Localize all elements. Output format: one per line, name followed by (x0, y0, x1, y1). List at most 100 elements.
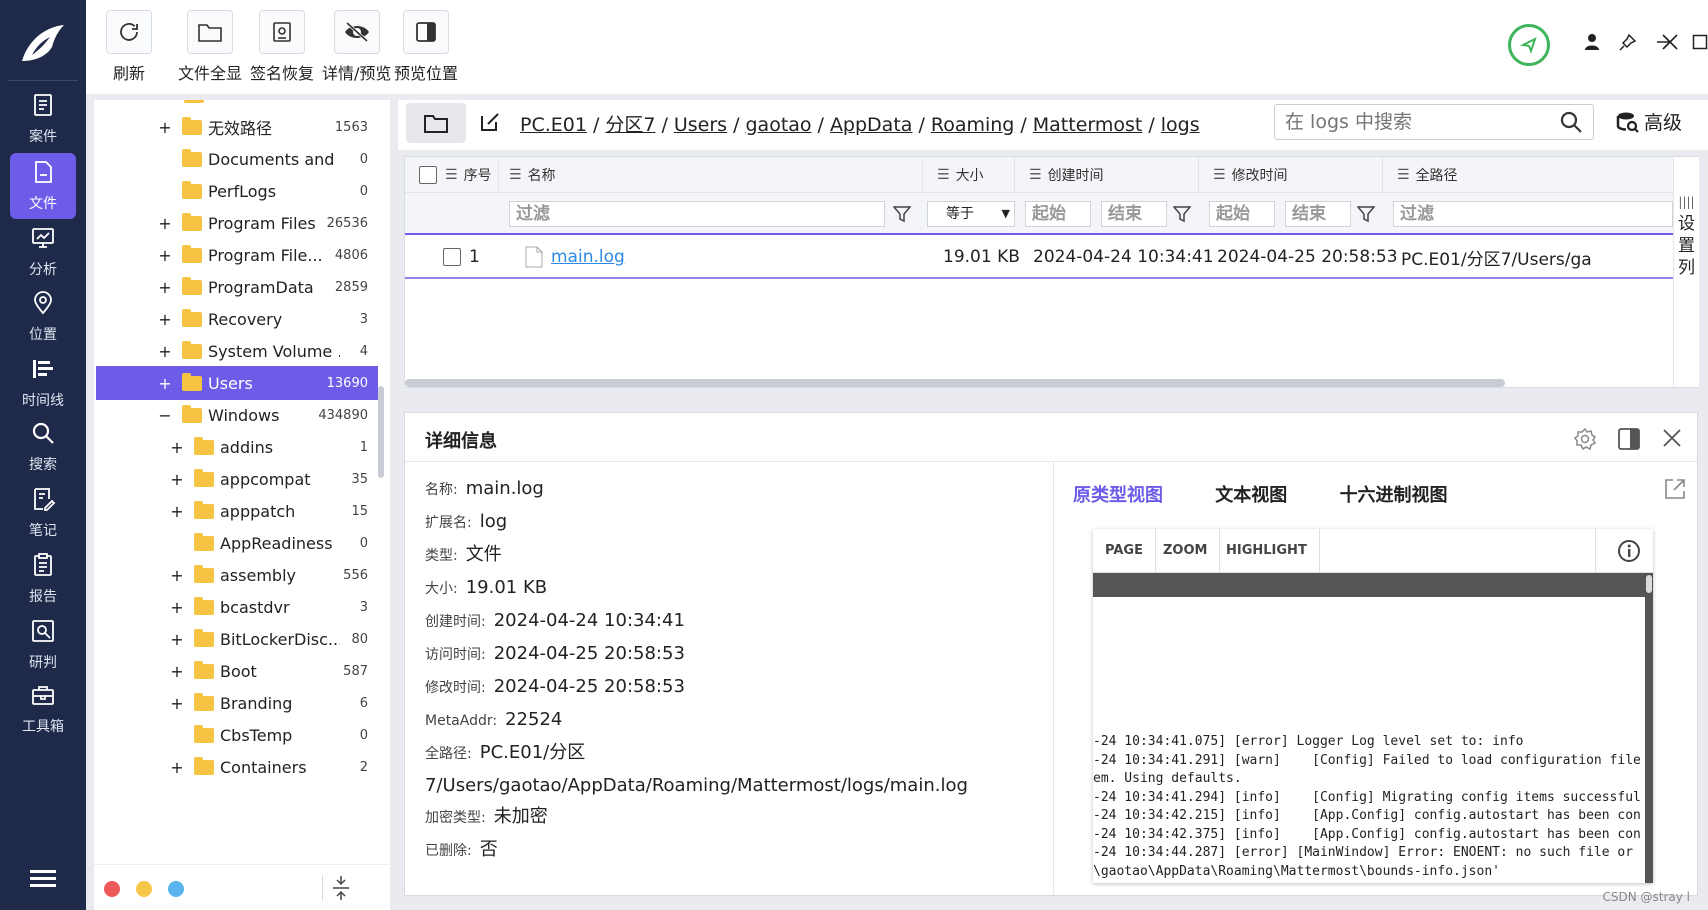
close-icon[interactable] (1661, 427, 1683, 453)
header-name[interactable]: ☰ 名称 (499, 157, 923, 193)
tab-native-view[interactable]: 原类型视图 (1073, 485, 1163, 506)
tree-item[interactable]: + System Volume ... 4 (96, 334, 378, 368)
nav-item-timeline[interactable]: 时间线 (10, 350, 76, 416)
close-window-icon[interactable] (1656, 28, 1684, 56)
yellow-dot-icon[interactable] (136, 881, 152, 897)
connection-status-icon[interactable] (1508, 24, 1550, 66)
tree-item[interactable]: + BitLockerDisc... 80 (96, 622, 378, 656)
tree-item[interactable]: + assembly 556 (96, 558, 378, 592)
blue-dot-icon[interactable] (168, 881, 184, 897)
fullpath-filter-input[interactable]: 过滤 (1393, 201, 1673, 227)
expand-icon[interactable]: + (170, 758, 184, 777)
name-filter-input[interactable]: 过滤 (509, 201, 885, 227)
tree-item[interactable]: CbsTemp 0 (96, 718, 378, 752)
header-size[interactable]: ☰ 大小 (923, 157, 1015, 193)
advanced-search-button[interactable]: 高级 (1616, 108, 1682, 135)
gear-icon[interactable] (1573, 427, 1597, 455)
info-icon[interactable] (1617, 539, 1641, 567)
tree-item[interactable]: − Windows 434890 (96, 398, 378, 432)
tree-item[interactable]: + Branding 6 (96, 686, 378, 720)
nav-item-search[interactable]: 搜索 (10, 414, 76, 480)
tree-item[interactable]: + Program File... 4806 (96, 238, 378, 272)
tree-item[interactable]: + Boot 587 (96, 654, 378, 688)
tree-item[interactable]: + bcastdvr 3 (96, 590, 378, 624)
size-operator-select[interactable]: 等于 ▼ (927, 201, 1015, 227)
tree-scrollbar[interactable] (378, 386, 384, 478)
breadcrumb-item[interactable]: logs (1161, 114, 1200, 136)
tree-item[interactable]: + Program Files 26536 (96, 206, 378, 240)
tree-item[interactable]: + Users 13690 (96, 366, 378, 400)
zoom-button[interactable]: ZOOM (1151, 529, 1221, 573)
collapse-all-icon[interactable] (330, 875, 352, 905)
header-created[interactable]: ☰ 创建时间 (1015, 157, 1199, 193)
viewer-scrollbar[interactable] (1645, 573, 1653, 883)
expand-icon[interactable]: + (158, 214, 172, 233)
column-menu-icon[interactable]: ☰ (445, 167, 458, 183)
breadcrumb-item[interactable]: Users (674, 114, 727, 136)
created-end-input[interactable]: 结束 (1101, 201, 1167, 227)
breadcrumb-item[interactable]: AppData (830, 114, 913, 136)
tree-item[interactable]: + ProgramData 2859 (96, 270, 378, 304)
tree-item[interactable]: + Recovery 3 (96, 302, 378, 336)
split-panel-icon[interactable] (1617, 427, 1641, 455)
search-icon[interactable] (1559, 110, 1583, 138)
expand-icon[interactable]: + (170, 694, 184, 713)
file-name-link[interactable]: main.log (551, 247, 625, 267)
refresh-button[interactable]: 刷新 (106, 10, 152, 84)
header-modified[interactable]: ☰ 修改时间 (1199, 157, 1383, 193)
expand-icon[interactable]: + (158, 374, 172, 393)
expand-icon[interactable]: + (170, 438, 184, 457)
tree-item[interactable]: AppReadiness 0 (96, 526, 378, 560)
modified-end-input[interactable]: 结束 (1285, 201, 1351, 227)
horizontal-scrollbar[interactable] (405, 379, 1505, 387)
search-box[interactable] (1274, 104, 1594, 140)
column-menu-icon[interactable]: ☰ (1397, 167, 1410, 183)
maximize-icon[interactable] (1686, 28, 1708, 56)
pin-icon[interactable] (1614, 28, 1642, 56)
breadcrumb-item[interactable]: Roaming (931, 114, 1015, 136)
tree-item[interactable]: Documents and ... 0 (96, 142, 378, 176)
search-input[interactable] (1285, 109, 1545, 135)
expand-icon[interactable]: + (170, 662, 184, 681)
nav-item-location[interactable]: 位置 (10, 284, 76, 350)
open-external-icon[interactable] (1663, 477, 1687, 505)
expand-icon[interactable]: + (158, 310, 172, 329)
header-index[interactable]: ☰ 序号 (405, 157, 499, 193)
column-menu-icon[interactable]: ☰ (509, 167, 522, 183)
column-settings-button[interactable]: |||| 设 置 列 (1673, 157, 1699, 387)
tree-item[interactable]: + apppatch 15 (96, 494, 378, 528)
column-menu-icon[interactable]: ☰ (937, 167, 950, 183)
expand-icon[interactable]: + (170, 630, 184, 649)
tab-text-view[interactable]: 文本视图 (1215, 485, 1287, 506)
tree-item[interactable]: + addins 1 (96, 430, 378, 464)
tree-item[interactable]: + 无效路径 1563 (96, 110, 378, 144)
expand-icon[interactable]: + (170, 566, 184, 585)
collapse-icon[interactable]: − (158, 406, 172, 425)
header-fullpath[interactable]: ☰ 全路径 (1383, 157, 1673, 193)
table-row[interactable]: 1 main.log 19.01 KB 2024-04-24 10:34:41 2024… (405, 237, 1673, 279)
edit-path-icon[interactable] (478, 110, 502, 138)
folder-view-button[interactable] (406, 103, 466, 143)
red-dot-icon[interactable] (104, 881, 120, 897)
nav-item-case[interactable]: 案件 (10, 86, 76, 152)
show-all-files-button[interactable]: 文件全显 (178, 10, 242, 84)
filter-icon[interactable] (1172, 205, 1192, 227)
nav-item-notes[interactable]: 笔记 (10, 480, 76, 546)
nav-item-toolbox[interactable]: 工具箱 (10, 676, 76, 742)
expand-icon[interactable]: + (158, 118, 172, 137)
preview-position-button[interactable]: 预览位置 (394, 10, 458, 84)
nav-item-report[interactable]: 报告 (10, 546, 76, 612)
breadcrumb-item[interactable]: gaotao (745, 114, 811, 136)
expand-icon[interactable]: + (170, 502, 184, 521)
tree-item[interactable]: PerfLogs 0 (96, 174, 378, 208)
nav-item-investigate[interactable]: 研判 (10, 612, 76, 678)
user-icon[interactable] (1578, 28, 1606, 56)
page-button[interactable]: PAGE (1093, 529, 1156, 573)
expand-icon[interactable]: + (158, 278, 172, 297)
tree-item[interactable]: + Containers 2 (96, 750, 378, 784)
filter-icon[interactable] (1356, 205, 1376, 227)
breadcrumb-item[interactable]: 分区7 (605, 114, 655, 136)
breadcrumb-item[interactable]: Mattermost (1033, 114, 1143, 136)
select-all-checkbox[interactable] (419, 166, 437, 184)
column-menu-icon[interactable]: ☰ (1213, 167, 1226, 183)
